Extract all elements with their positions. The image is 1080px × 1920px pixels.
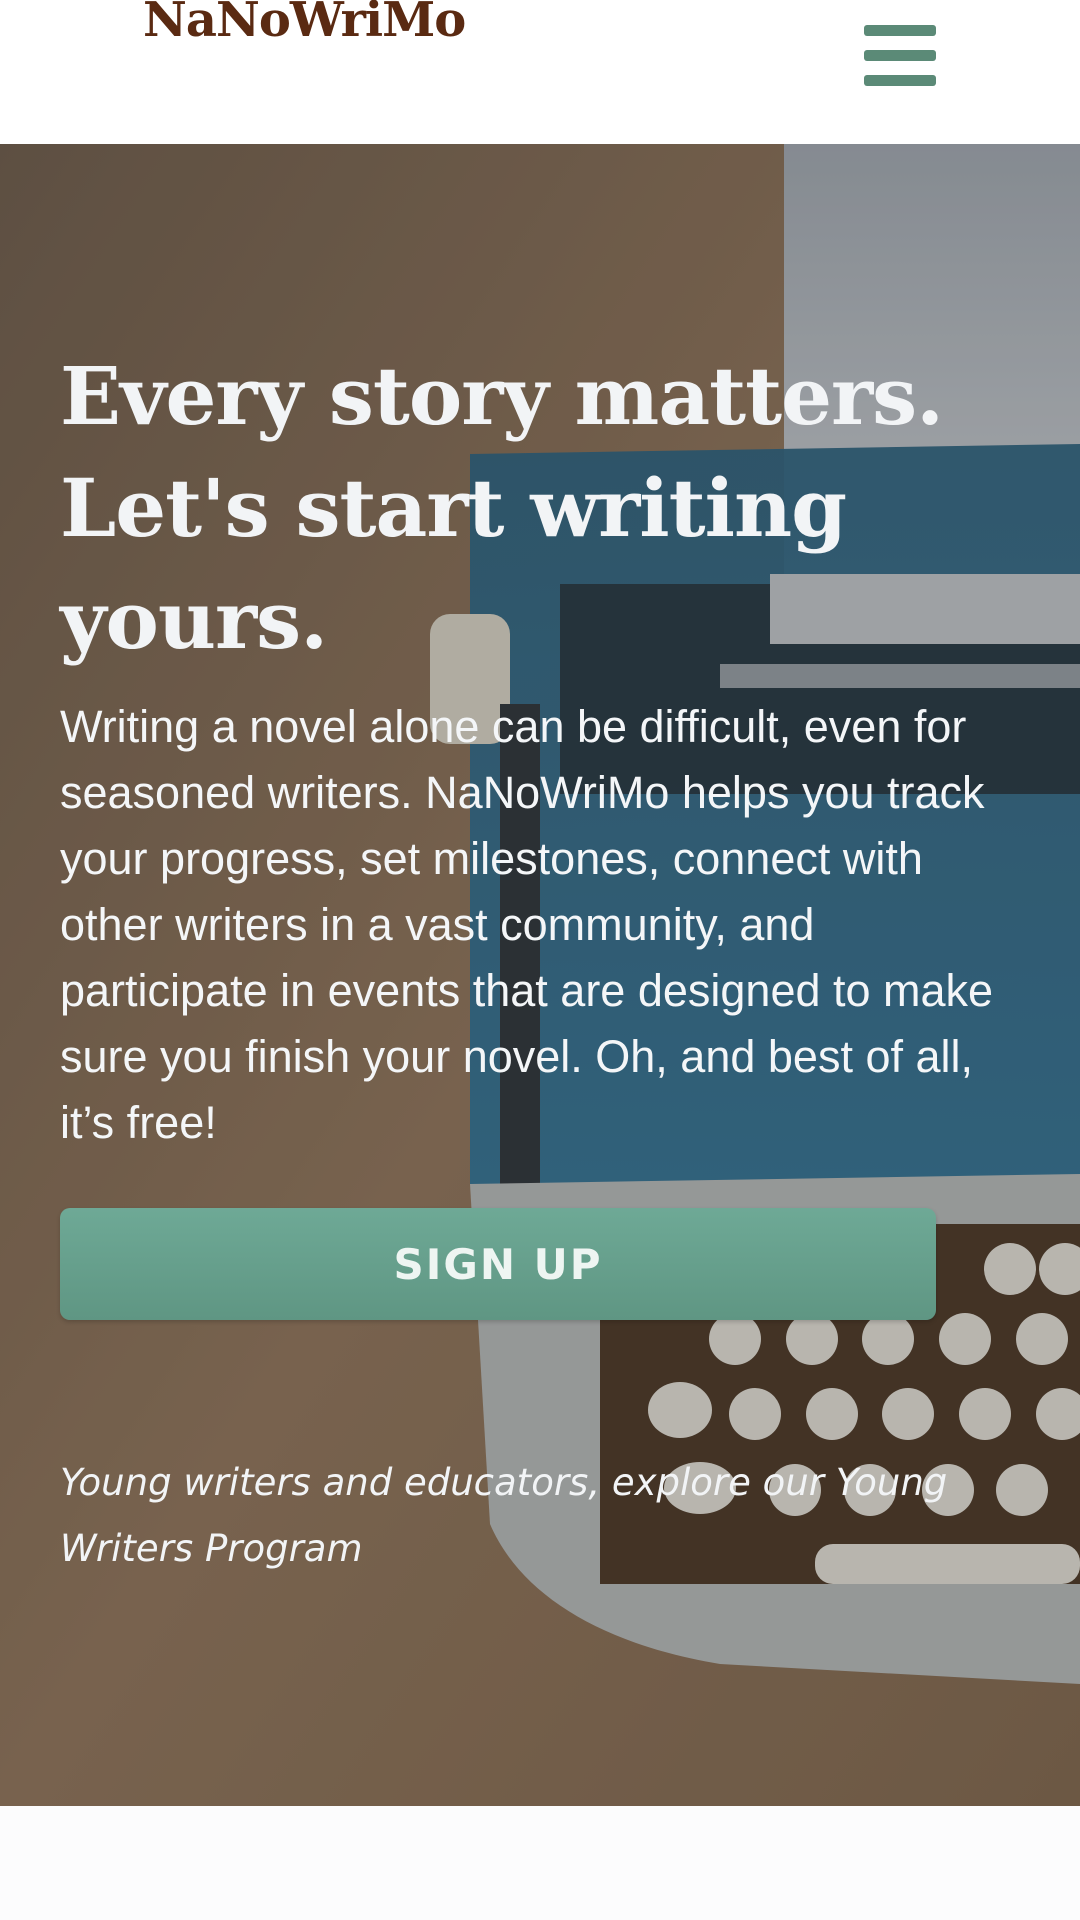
- headline-line: Let's start writing: [60, 461, 847, 555]
- hero-section: Every story matters. Let's start writing…: [0, 144, 1080, 1806]
- hero-content: Every story matters. Let's start writing…: [60, 340, 1020, 1582]
- nanowrimo-logo[interactable]: NaNoWriMo: [143, 0, 466, 48]
- menu-bar: [864, 25, 936, 36]
- page: NaNoWriMo Every story matters. Let's sta…: [0, 0, 1080, 1920]
- hamburger-menu-icon[interactable]: [858, 20, 942, 92]
- hero-headline: Every story matters. Let's start writing…: [60, 340, 1020, 676]
- sign-up-button[interactable]: SIGN UP: [60, 1208, 936, 1320]
- headline-line: yours.: [60, 573, 328, 667]
- young-writers-text: Young writers and educators, explore our…: [60, 1450, 1020, 1582]
- menu-bar: [864, 50, 936, 61]
- site-header: NaNoWriMo: [0, 0, 1080, 144]
- young-writers-prefix: Young writers and educators, explore our: [60, 1461, 836, 1504]
- menu-bar: [864, 75, 936, 86]
- hero-intro-text: Writing a novel alone can be difficult, …: [60, 701, 994, 1148]
- headline-line: Every story matters.: [60, 349, 944, 443]
